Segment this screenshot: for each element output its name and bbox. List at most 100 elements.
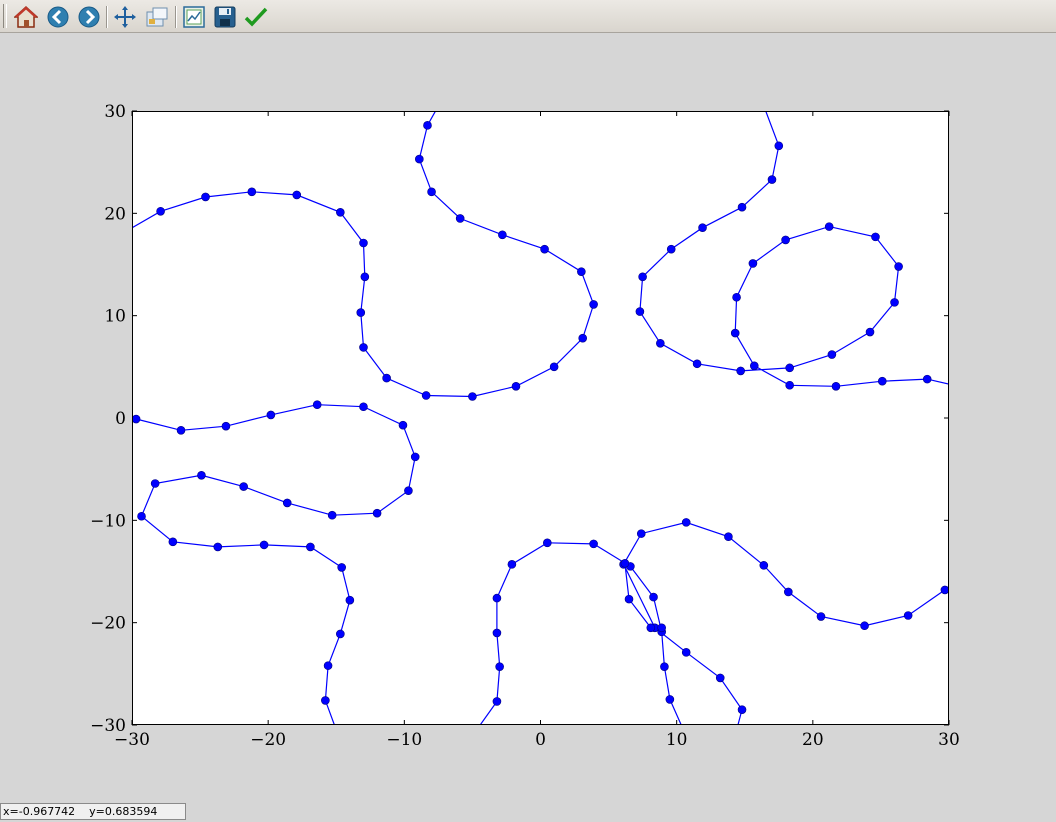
back-button[interactable] (45, 4, 71, 30)
pan-move-icon (114, 6, 136, 28)
data-point (635, 307, 645, 316)
checkmark-icon (244, 7, 268, 27)
forward-arrow-icon (78, 6, 100, 28)
data-point (132, 414, 141, 424)
data-point (646, 623, 656, 633)
y-tick-label: −10 (90, 511, 126, 531)
data-point (737, 202, 747, 212)
save-disk-icon (214, 6, 236, 28)
data-point (415, 154, 424, 164)
data-point (781, 235, 790, 245)
toolbar-grip[interactable] (3, 4, 7, 28)
data-point (922, 374, 932, 384)
data-point (666, 244, 676, 254)
data-point (137, 511, 146, 521)
data-point (748, 259, 758, 268)
data-point (903, 611, 913, 620)
data-point (733, 726, 741, 734)
pan-button[interactable] (112, 4, 138, 30)
navigation-toolbar (0, 0, 1056, 33)
data-point (197, 471, 206, 480)
data-point (434, 102, 442, 110)
save-button[interactable] (212, 4, 238, 30)
data-point (201, 192, 210, 202)
data-point (221, 421, 231, 431)
data-point (404, 486, 413, 495)
data-point (455, 214, 465, 223)
toolbar-separator (106, 6, 108, 28)
status-bar: x=-0.967742 y=0.683594 (0, 800, 1056, 822)
x-tick-label: −10 (386, 730, 422, 750)
data-point (259, 540, 269, 550)
data-point (150, 479, 160, 488)
data-point (749, 361, 759, 371)
data-point (156, 206, 165, 216)
data-point (492, 593, 502, 603)
x-tick-label: 30 (938, 730, 960, 750)
toolbar-separator (175, 6, 177, 28)
data-point (423, 121, 432, 130)
data-point (774, 141, 784, 151)
data-point (410, 452, 420, 462)
data-point (624, 594, 634, 604)
data-point (732, 292, 741, 302)
data-point (507, 560, 517, 569)
forward-button[interactable] (76, 4, 102, 30)
data-point (549, 362, 559, 372)
data-point (785, 363, 794, 373)
data-point (636, 529, 646, 538)
data-point (360, 272, 370, 282)
data-point (239, 482, 248, 491)
data-point (760, 102, 768, 110)
line-plot[interactable]: −30 −20 −10 0 10 20 30−30−20−100102030 (0, 34, 1056, 800)
data-point (266, 410, 276, 420)
data-point (824, 222, 834, 231)
data-point (959, 571, 967, 579)
subplots-button[interactable] (181, 4, 207, 30)
x-tick-label: 20 (802, 730, 824, 750)
data-point (427, 187, 436, 197)
y-tick-label: −30 (90, 716, 126, 736)
data-point (543, 538, 552, 548)
data-point (730, 328, 740, 338)
data-point (577, 267, 586, 276)
data-point (121, 228, 129, 236)
data-point (359, 343, 368, 352)
data-point (890, 298, 899, 307)
data-point (359, 238, 368, 248)
zoom-button[interactable] (144, 4, 170, 30)
data-point (865, 327, 875, 337)
data-point (589, 539, 598, 549)
x-tick-label: 0 (535, 730, 546, 750)
data-point (337, 563, 346, 572)
apply-button[interactable] (243, 4, 269, 30)
data-point (871, 232, 880, 242)
subplots-config-icon (183, 6, 205, 28)
data-point (831, 381, 841, 391)
cursor-coordinates-readout: x=-0.967742 y=0.683594 (0, 803, 186, 820)
data-point (359, 402, 368, 412)
data-point (213, 542, 223, 552)
data-point (321, 696, 330, 705)
data-point (540, 244, 549, 254)
zoom-rect-icon (146, 7, 168, 27)
home-button[interactable] (13, 4, 39, 30)
data-point (492, 697, 502, 706)
data-point (323, 661, 333, 670)
data-point (492, 628, 502, 638)
data-point (382, 373, 391, 383)
data-point (827, 350, 837, 359)
data-point (681, 518, 691, 527)
data-point (784, 587, 793, 597)
data-point (345, 595, 355, 605)
data-point (578, 333, 588, 343)
data-point (327, 510, 337, 520)
y-tick-label: 10 (104, 307, 126, 327)
data-point (372, 508, 382, 518)
data-point (681, 648, 691, 657)
data-point (660, 662, 669, 671)
data-point (336, 629, 345, 639)
data-point (356, 308, 366, 317)
figure-canvas[interactable]: −30 −20 −10 0 10 20 30 −30 −20 −10 0 10 20 30 (0, 34, 1056, 800)
data-point (292, 190, 302, 200)
